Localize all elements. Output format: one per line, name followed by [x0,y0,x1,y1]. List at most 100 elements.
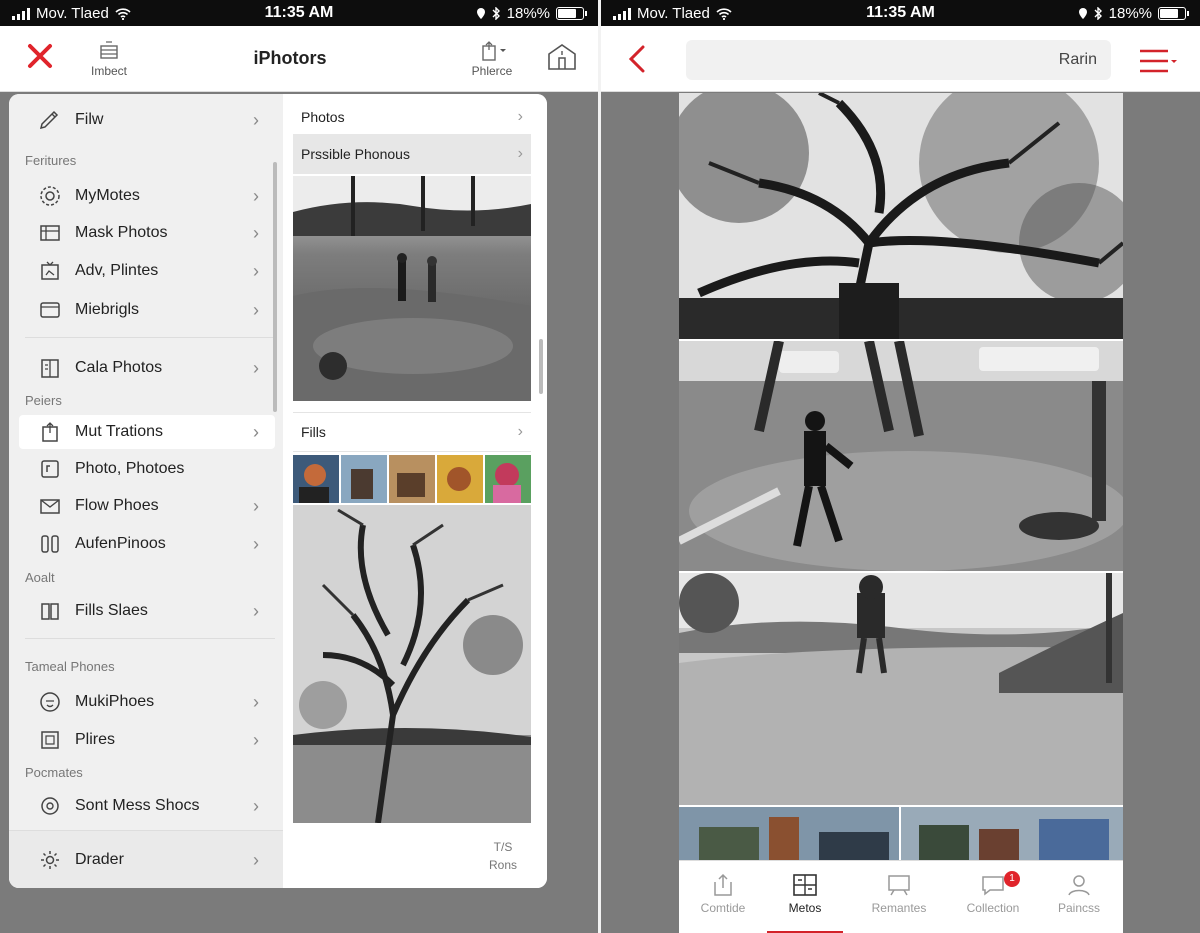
menu-item-plires[interactable]: Plires › [19,723,275,757]
battery-text: 18%% [506,5,550,22]
close-icon[interactable] [26,42,58,74]
menu-section-header: Feritures [25,153,77,168]
battery-icon [1158,7,1189,20]
home-icon [548,44,576,70]
tab-label: Metos [788,901,822,915]
menu-divider [25,337,275,338]
photos-scrollbar[interactable] [539,339,543,394]
photo-thumbnail[interactable] [293,176,531,401]
mail-icon [37,493,63,519]
menu-scrollbar[interactable] [273,162,277,412]
menu-divider [25,638,275,639]
possible-photos-label: Prssible Phonous [301,146,410,162]
tab-label: Paincss [1057,901,1101,915]
feed-photo[interactable] [679,341,1123,571]
import-button[interactable]: Imbect [84,40,134,78]
menu-item-mut-trations[interactable]: Mut Trations › [19,415,275,449]
tab-collection[interactable]: 1 Collection [949,871,1037,915]
menu-item-flow-phoes[interactable]: Flow Phoes › [19,489,275,523]
menu-section-header: Aoalt [25,570,55,585]
feed-photo[interactable] [679,93,1123,339]
menu-item-label: Photo, Photoes [75,460,185,477]
chevron-right-icon: › [517,423,523,440]
bluetooth-icon [492,7,500,20]
menu-item-sont-mess-shocs[interactable]: Sont Mess Shocs › [19,789,275,823]
status-bar: Mov. Tlaed 11:35 AM 18%% [601,0,1200,26]
photo-frame-icon [37,456,63,482]
photos-column: Photos › Prssible Phonous › Fills › T/S … [283,94,547,888]
import-label: Imbect [90,64,127,78]
chevron-right-icon: › [253,534,259,554]
tab-comtide[interactable]: Comtide [679,873,767,915]
menu-item-file[interactable]: Filw › [19,103,275,137]
feed-photo[interactable] [679,573,1123,805]
photo-thumbnail[interactable] [293,505,531,823]
right-screen: Mov. Tlaed 11:35 AM 18%% Rarin Comtide M… [601,0,1200,933]
chevron-right-icon: › [517,108,523,125]
home-button[interactable] [544,42,580,74]
menu-item-miebrigls[interactable]: Miebrigls › [19,293,275,327]
menu-item-label: MyMotes [75,187,140,204]
search-value: Rarin [1058,51,1097,68]
share-button[interactable]: Phlerce [466,40,518,78]
menu-item-label: Miebrigls [75,301,140,318]
menu-item-label: MukiPhoes [75,693,155,710]
menu-section-header: Tameal Phones [25,659,115,674]
chevron-right-icon: › [253,358,259,378]
photo-album-icon [37,727,63,753]
photos-header: Photos [301,109,345,125]
import-icon [100,41,118,59]
menu-item-mask-photos[interactable]: Mask Photos › [19,216,275,250]
photos-grid-icon [793,874,817,896]
menu-item-label: Mut Trations [75,423,164,440]
menu-item-photo-photoes[interactable]: Photo, Photoes [19,452,275,486]
possible-photos-row[interactable]: Prssible Phonous › [293,134,531,174]
rons-button[interactable]: T/S Rons [489,838,517,874]
chevron-right-icon: › [253,110,259,130]
menu-item-label: Cala Photos [75,359,163,376]
menu-item-drader[interactable]: Drader › [19,843,275,877]
back-button[interactable] [627,44,647,78]
menu-item-cala-photos[interactable]: Cala Photos › [19,351,275,385]
menu-item-label: Fills Slaes [75,602,148,619]
rons-button-label: Rons [488,858,517,872]
menu-item-mukiphoes[interactable]: MukiPhoes › [19,685,275,719]
left-screen: Mov. Tlaed 11:35 AM 18%% Imbect iPhotors… [0,0,598,933]
settings-icon [37,793,63,819]
top-nav: Rarin [601,26,1200,92]
chevron-right-icon: › [253,422,259,442]
face-icon [37,689,63,715]
menu-item-aufenpinoos[interactable]: AufenPinoos › [19,527,275,561]
chevron-right-icon: › [253,261,259,281]
columns-icon [37,531,63,557]
battery-text: 18%% [1108,5,1152,22]
share-box-icon [37,419,63,445]
menu-item-fills-slaes[interactable]: Fills Slaes › [19,594,275,628]
tab-remantes[interactable]: Remantes [855,873,943,915]
chevron-right-icon: › [253,692,259,712]
hamburger-menu-icon [1140,49,1177,73]
photos-header-row[interactable]: Photos › [293,97,531,137]
flag-icon [888,875,910,896]
battery-icon [556,7,587,20]
tab-metos[interactable]: Metos [761,873,849,915]
chevron-right-icon: › [253,186,259,206]
frame-icon [37,258,63,284]
notification-badge: 1 [1004,871,1020,887]
menu-item-adv-plintes[interactable]: Adv, Plintes › [19,254,275,288]
gallery-icon [37,220,63,246]
search-input[interactable]: Rarin [686,40,1111,80]
menu-item-mymotes[interactable]: MyMotes › [19,179,275,213]
page-title: iPhotors [253,48,327,68]
chevron-right-icon: › [253,850,259,870]
chevron-right-icon: › [517,145,523,162]
menu-button[interactable] [1138,48,1177,74]
bottom-tab-bar: Comtide Metos Remantes 1 Collection Pain… [679,860,1123,933]
fills-row[interactable]: Fills › [293,412,531,452]
thumbnail-strip[interactable] [293,455,531,503]
drader-row: Drader › [9,830,283,888]
tab-label: Remantes [871,901,927,915]
feed-photo-strip[interactable] [679,807,1123,860]
tab-paincss[interactable]: Paincss [1035,873,1123,915]
chevron-left-icon [628,45,645,73]
